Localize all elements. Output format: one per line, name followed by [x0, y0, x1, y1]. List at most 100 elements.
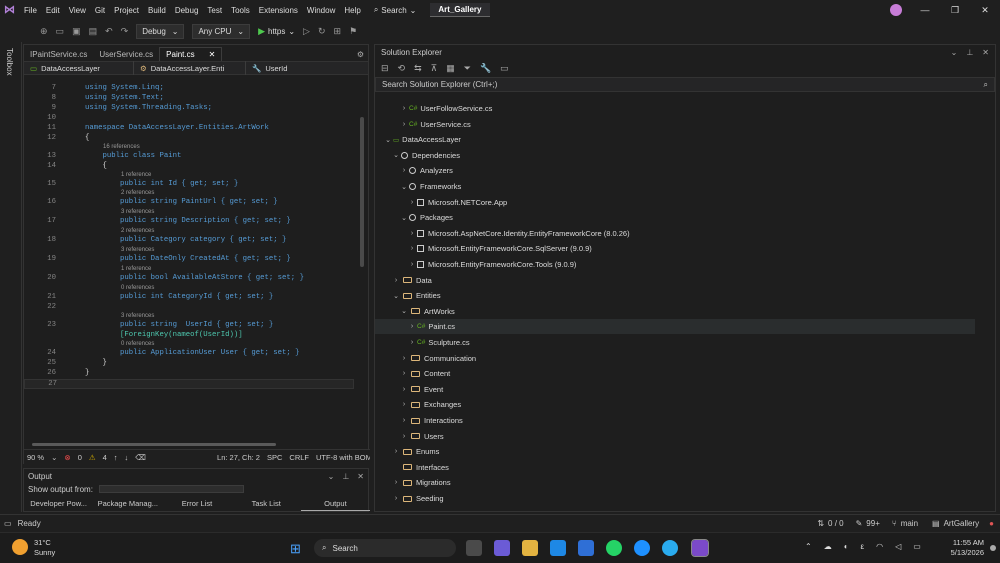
switch-views-icon[interactable]: ⊟ [381, 63, 389, 74]
tree-item[interactable]: Interfaces [375, 460, 975, 475]
save-all-icon[interactable]: ▤ [89, 26, 98, 37]
menu-help[interactable]: Help [344, 6, 360, 15]
pending-edits[interactable]: 99+ [866, 519, 880, 528]
vscode-icon[interactable] [578, 540, 594, 556]
chevron-right-icon[interactable]: › [391, 479, 401, 486]
tree-item[interactable]: › Data [375, 273, 975, 288]
tree-item[interactable]: ⌄ ArtWorks [375, 304, 975, 319]
git-changes[interactable]: 0 / 0 [828, 519, 844, 528]
chevron-right-icon[interactable]: › [407, 230, 417, 237]
codelens-references[interactable]: 1 reference [121, 172, 151, 178]
codelens-references[interactable]: 3 references [121, 209, 154, 215]
whatsapp-icon[interactable] [606, 540, 622, 556]
chevron-down-icon[interactable]: ⌄ [383, 136, 393, 144]
pin-icon[interactable]: ⊥ [966, 48, 973, 57]
tree-item[interactable]: › Content [375, 366, 975, 381]
codelens-references[interactable]: 16 references [103, 144, 140, 150]
chevron-right-icon[interactable]: › [399, 401, 409, 408]
git-branch[interactable]: main [901, 519, 918, 528]
codelens-references[interactable]: 0 references [121, 341, 154, 347]
notification-dot-icon[interactable] [990, 545, 996, 551]
codelens-references[interactable]: 3 references [121, 247, 154, 253]
back-forward-icon[interactable]: ⇆ [414, 63, 422, 74]
tree-item[interactable]: ⌄ Entities [375, 288, 975, 303]
undo-icon[interactable]: ↶ [105, 26, 113, 37]
chevron-right-icon[interactable]: › [407, 339, 417, 346]
warning-count[interactable]: 4 [103, 453, 107, 462]
tree-item[interactable]: ⌄ Packages [375, 210, 975, 225]
close-icon[interactable]: ✕ [357, 472, 364, 481]
tree-item[interactable]: › Microsoft.EntityFrameworkCore.Tools (9.… [375, 257, 975, 272]
tree-item[interactable]: ⌄ ▭ DataAccessLayer [375, 132, 975, 147]
sync-icon[interactable]: ⟲ [398, 63, 406, 74]
edge-icon[interactable] [634, 540, 650, 556]
menu-git[interactable]: Git [95, 6, 105, 15]
chevron-right-icon[interactable]: › [399, 105, 409, 112]
chevron-right-icon[interactable]: › [391, 277, 401, 284]
chevron-right-icon[interactable]: › [399, 121, 409, 128]
tree-item[interactable]: ⌄ Frameworks [375, 179, 975, 194]
taskbar-search[interactable]: ⌕ Search [314, 539, 456, 557]
tab-error-list[interactable]: Error List [162, 499, 231, 511]
tree-item[interactable]: › Microsoft.AspNetCore.Identity.EntityFra… [375, 226, 975, 241]
settings-gear-icon[interactable]: ⚙ [357, 50, 368, 61]
chevron-right-icon[interactable]: › [399, 433, 409, 440]
menu-tools[interactable]: Tools [231, 6, 250, 15]
tree-item[interactable]: › C# Sculpture.cs [375, 335, 975, 350]
chevron-down-icon[interactable]: ⌄ [399, 214, 409, 222]
codelens-references[interactable]: 2 references [121, 228, 154, 234]
chevron-right-icon[interactable]: › [407, 261, 417, 268]
menu-window[interactable]: Window [307, 6, 335, 15]
restore-icon[interactable]: ❐ [940, 5, 970, 16]
chevron-right-icon[interactable]: › [399, 386, 409, 393]
indent-mode[interactable]: SPC [267, 453, 282, 462]
line-ending[interactable]: CRLF [289, 453, 309, 462]
menu-view[interactable]: View [69, 6, 86, 15]
show-all-files-icon[interactable]: ▦ [446, 63, 455, 74]
bookmark-icon[interactable]: ⚑ [349, 26, 357, 37]
tree-item[interactable]: › Seeding [375, 491, 975, 506]
chevron-right-icon[interactable]: › [399, 167, 409, 174]
microsoft-store-icon[interactable] [550, 540, 566, 556]
chevron-down-icon[interactable]: ⌄ [399, 307, 409, 315]
cleanup-brush-icon[interactable]: ⌫ [135, 453, 146, 462]
codelens-references[interactable]: 0 references [121, 285, 154, 291]
chevron-right-icon[interactable]: › [391, 448, 401, 455]
close-tab-icon[interactable]: ✕ [209, 50, 216, 59]
hot-reload-icon[interactable]: ↻ [318, 26, 326, 37]
tree-item[interactable]: › C# UserService.cs [375, 117, 975, 132]
platform-dropdown[interactable]: Any CPU ⌄ [192, 23, 251, 39]
global-search-button[interactable]: ⌕ Search ⌄ [374, 5, 417, 15]
tree-item[interactable]: › Users [375, 429, 975, 444]
codelens-references[interactable]: 1 reference [121, 266, 151, 272]
tab-userservice[interactable]: UserService.cs [93, 47, 159, 61]
tab-paint[interactable]: Paint.cs ✕ [159, 47, 223, 61]
tree-item[interactable]: › Communication [375, 351, 975, 366]
error-count[interactable]: 0 [78, 453, 82, 462]
solution-name-badge[interactable]: Art_Gallery [430, 3, 490, 17]
start-without-debugging-icon[interactable]: ▷ [303, 26, 310, 37]
visual-studio-logo-icon[interactable]: ⋈ [4, 4, 18, 16]
clock[interactable]: 11:55 AM 5/13/2026 [940, 538, 984, 558]
project-dropdown[interactable]: ▭ DataAccessLayer [24, 61, 134, 75]
avatar[interactable] [890, 4, 902, 16]
codelens-references[interactable]: 2 references [121, 190, 154, 196]
task-view-icon[interactable] [466, 540, 482, 556]
tab-developer-powershell[interactable]: Developer Pow... [24, 499, 93, 511]
language-icon[interactable]: ε [861, 542, 865, 551]
chevron-down-icon[interactable]: ⌄ [951, 48, 958, 57]
filter-icon[interactable]: ⏷ [464, 63, 471, 74]
chevron-right-icon[interactable]: › [399, 355, 409, 362]
tree-item[interactable]: › Event [375, 382, 975, 397]
volume-icon[interactable]: ◁ [895, 542, 901, 551]
tree-item[interactable]: › C# UserFollowService.cs [375, 101, 975, 116]
menu-project[interactable]: Project [114, 6, 139, 15]
tree-item[interactable]: › C# Paint.cs [375, 319, 975, 335]
tree-item[interactable]: › Microsoft.EntityFrameworkCore.SqlServer… [375, 241, 975, 256]
horizontal-scrollbar[interactable] [32, 443, 276, 446]
code-area[interactable]: 7 using System.Linq; 8 using System.Text; … [24, 76, 364, 446]
chevron-right-icon[interactable]: › [407, 199, 417, 206]
tree-item[interactable]: › Enums [375, 444, 975, 459]
chevron-down-icon[interactable]: ⌄ [391, 292, 401, 300]
zoom-dropdown[interactable]: 90 % [27, 453, 44, 462]
